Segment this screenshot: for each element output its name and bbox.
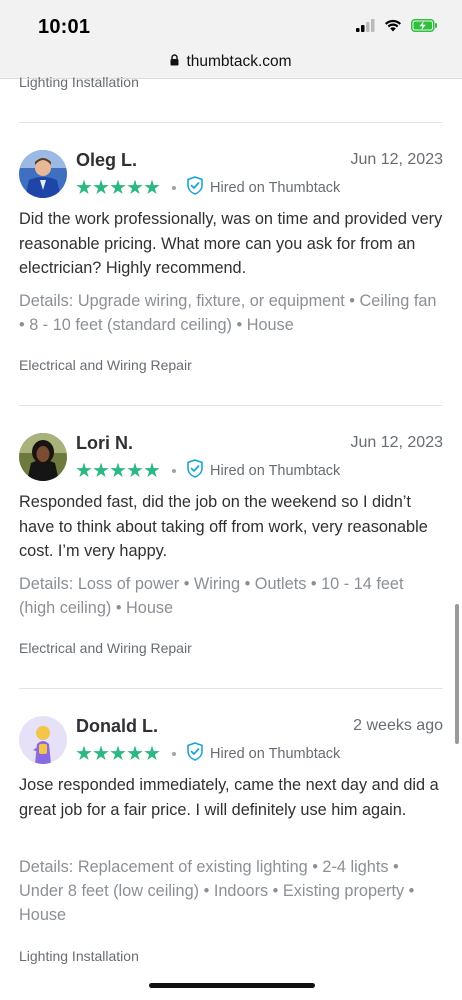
url-text: thumbtack.com bbox=[186, 52, 292, 70]
reviewer-name: Lori N. bbox=[76, 433, 133, 453]
hired-label: Hired on Thumbtack bbox=[210, 745, 341, 762]
separator-dot bbox=[172, 468, 176, 473]
review-card: Lori N. Jun 12, 2023 Hired on Thumbtack … bbox=[0, 433, 462, 663]
star-icon bbox=[144, 745, 160, 761]
home-indicator[interactable] bbox=[149, 983, 315, 988]
star-icon bbox=[76, 745, 92, 761]
star-icon bbox=[127, 179, 143, 195]
review-category: Electrical and Wiring Repair bbox=[19, 640, 192, 656]
hired-label: Hired on Thumbtack bbox=[210, 462, 341, 479]
star-icon bbox=[127, 462, 143, 478]
star-icon bbox=[144, 179, 160, 195]
hired-badge: Hired on Thumbtack bbox=[186, 459, 340, 482]
review-text: Did the work professionally, was on time… bbox=[19, 210, 443, 277]
wifi-icon bbox=[384, 19, 402, 37]
status-time: 10:01 bbox=[38, 16, 91, 38]
review-date: Jun 12, 2023 bbox=[350, 434, 443, 451]
review-details: Details: Upgrade wiring, fixture, or equ… bbox=[19, 292, 437, 334]
verified-shield-icon bbox=[186, 176, 204, 199]
lock-icon bbox=[170, 53, 179, 71]
review-card: Donald L. 2 weeks ago Hired on Thumbtack… bbox=[0, 716, 462, 966]
review-category: Lighting Installation bbox=[19, 948, 139, 964]
star-icon bbox=[110, 179, 126, 195]
review-divider bbox=[19, 405, 443, 406]
battery-charging-icon bbox=[411, 19, 438, 37]
review-details: Details: Loss of power • Wiring • Outlet… bbox=[19, 575, 404, 617]
verified-shield-icon bbox=[186, 742, 204, 765]
rating-row: Hired on Thumbtack bbox=[76, 459, 340, 482]
scrollbar[interactable] bbox=[455, 604, 459, 744]
cellular-signal-icon bbox=[356, 19, 375, 37]
star-rating bbox=[76, 462, 160, 479]
status-icons bbox=[356, 19, 438, 37]
review-text: Responded fast, did the job on the weeke… bbox=[19, 493, 428, 560]
avatar bbox=[19, 716, 67, 764]
review-category: Electrical and Wiring Repair bbox=[19, 357, 192, 373]
star-icon bbox=[93, 745, 109, 761]
review-date: Jun 12, 2023 bbox=[350, 151, 443, 168]
star-icon bbox=[144, 462, 160, 478]
hired-badge: Hired on Thumbtack bbox=[186, 176, 340, 199]
avatar bbox=[19, 150, 67, 198]
avatar bbox=[19, 433, 67, 481]
reviewer-name: Donald L. bbox=[76, 716, 158, 736]
star-icon bbox=[93, 462, 109, 478]
separator-dot bbox=[172, 185, 176, 190]
rating-row: Hired on Thumbtack bbox=[76, 742, 340, 765]
review-card: Oleg L. Jun 12, 2023 Hired on Thumbtack … bbox=[0, 150, 462, 380]
star-icon bbox=[76, 179, 92, 195]
rating-row: Hired on Thumbtack bbox=[76, 176, 340, 199]
review-text: Jose responded immediately, came the nex… bbox=[19, 776, 439, 819]
previous-review-category: Lighting Installation bbox=[19, 74, 139, 90]
verified-shield-icon bbox=[186, 459, 204, 482]
review-date: 2 weeks ago bbox=[353, 717, 443, 734]
review-divider bbox=[19, 688, 443, 689]
review-divider bbox=[19, 122, 443, 123]
hired-label: Hired on Thumbtack bbox=[210, 179, 341, 196]
star-rating bbox=[76, 745, 160, 762]
star-icon bbox=[127, 745, 143, 761]
star-rating bbox=[76, 179, 160, 196]
star-icon bbox=[110, 462, 126, 478]
star-icon bbox=[76, 462, 92, 478]
review-details: Details: Replacement of existing lightin… bbox=[19, 858, 415, 924]
star-icon bbox=[93, 179, 109, 195]
reviewer-name: Oleg L. bbox=[76, 150, 138, 170]
separator-dot bbox=[172, 751, 176, 756]
hired-badge: Hired on Thumbtack bbox=[186, 742, 340, 765]
star-icon bbox=[110, 745, 126, 761]
